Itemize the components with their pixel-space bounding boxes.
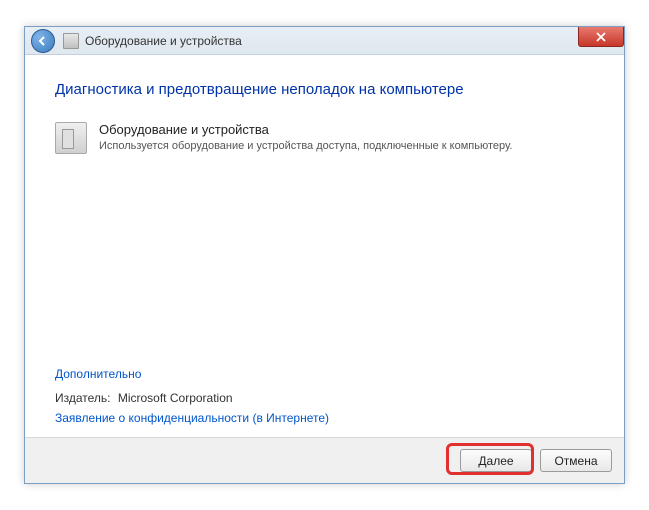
titlebar: Оборудование и устройства bbox=[25, 27, 624, 55]
content-area: Диагностика и предотвращение неполадок н… bbox=[25, 55, 624, 437]
back-button[interactable] bbox=[31, 29, 55, 53]
publisher-value: Microsoft Corporation bbox=[118, 391, 233, 405]
troubleshooter-item: Оборудование и устройства Используется о… bbox=[55, 122, 594, 154]
next-button[interactable]: Далее bbox=[460, 449, 532, 472]
item-title: Оборудование и устройства bbox=[99, 122, 594, 137]
cancel-button[interactable]: Отмена bbox=[540, 449, 612, 472]
advanced-link[interactable]: Дополнительно bbox=[55, 367, 329, 381]
footer: Далее Отмена bbox=[25, 437, 624, 483]
main-heading: Диагностика и предотвращение неполадок н… bbox=[55, 81, 594, 98]
close-icon bbox=[596, 32, 606, 42]
close-button[interactable] bbox=[578, 27, 624, 47]
item-description: Используется оборудование и устройства д… bbox=[99, 139, 594, 153]
window-title: Оборудование и устройства bbox=[85, 34, 242, 48]
item-text: Оборудование и устройства Используется о… bbox=[99, 122, 594, 153]
privacy-link[interactable]: Заявление о конфиденциальности (в Интерн… bbox=[55, 411, 329, 425]
publisher-label: Издатель: bbox=[55, 391, 111, 405]
window-icon bbox=[63, 33, 79, 49]
arrow-left-icon bbox=[37, 35, 49, 47]
device-icon bbox=[55, 122, 87, 154]
bottom-links: Дополнительно Издатель: Microsoft Corpor… bbox=[55, 367, 329, 425]
publisher-row: Издатель: Microsoft Corporation bbox=[55, 391, 329, 405]
wizard-window: Оборудование и устройства Диагностика и … bbox=[24, 26, 625, 484]
